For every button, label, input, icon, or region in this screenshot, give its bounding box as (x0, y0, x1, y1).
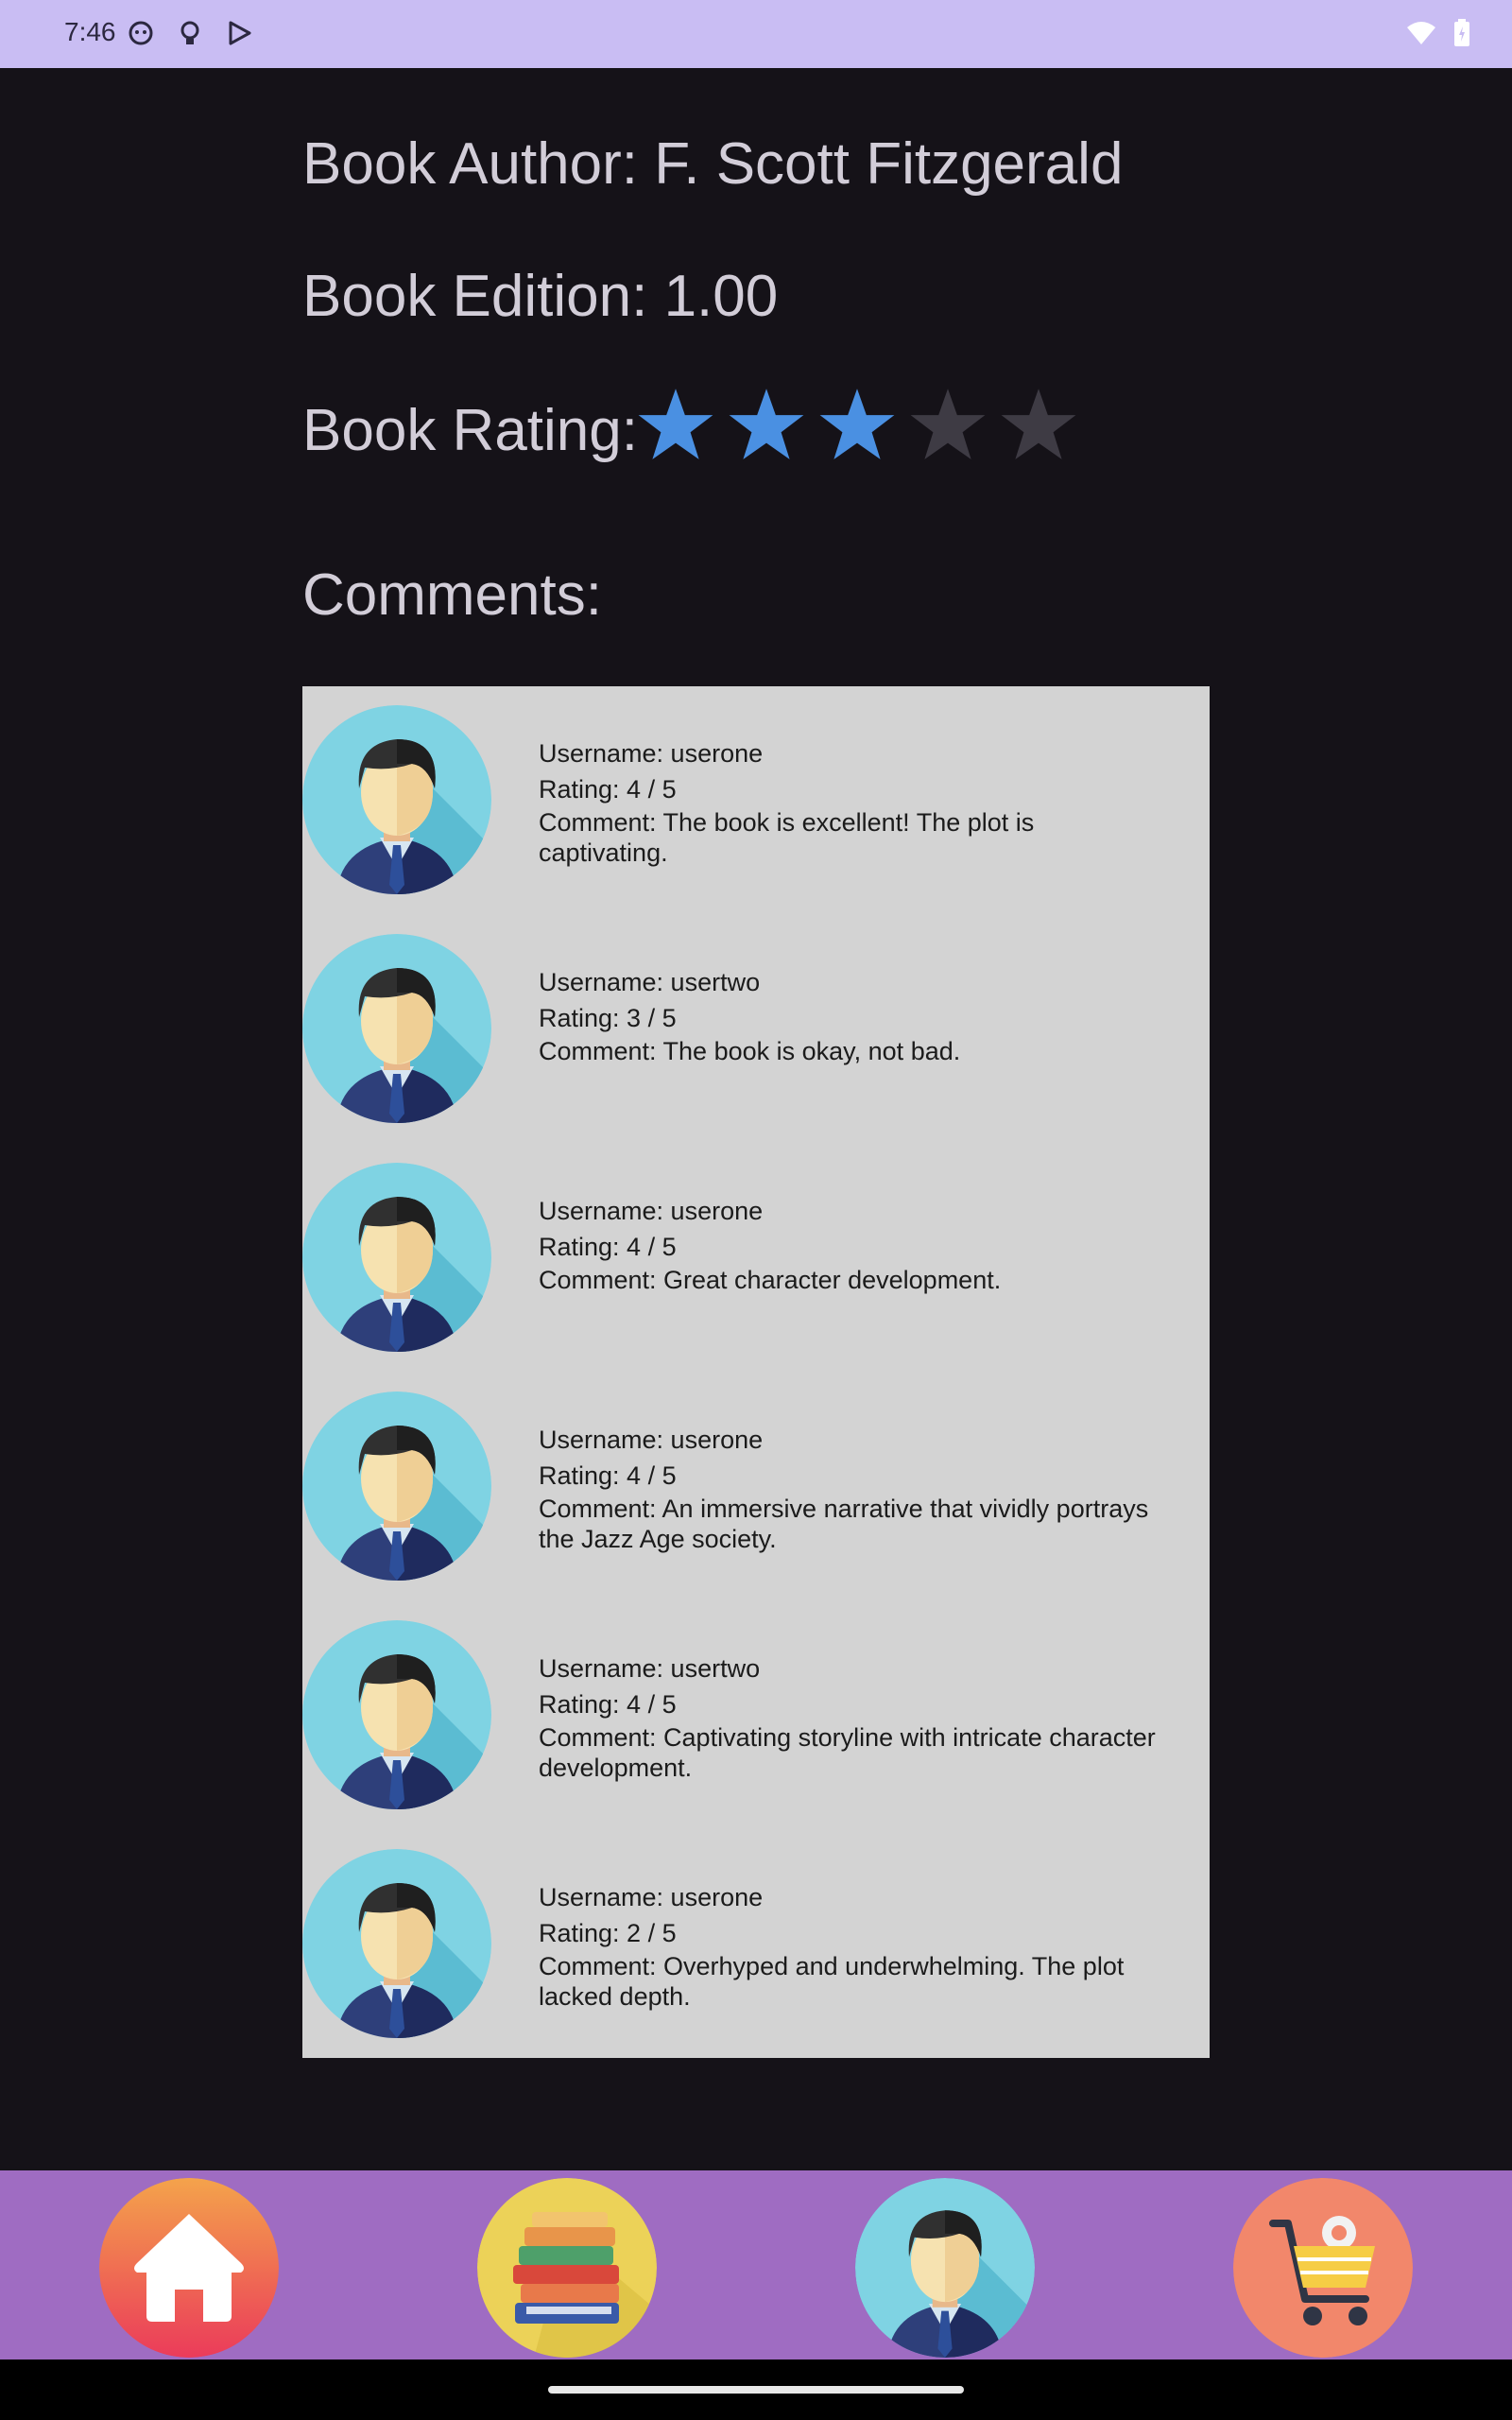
face-notification-icon (129, 21, 153, 45)
star-filled-icon (729, 389, 804, 459)
comment-rating: Rating: 4 / 5 (539, 1233, 677, 1261)
user-avatar-icon (302, 705, 491, 894)
comment-body: Comment: The book is okay, not bad. (539, 1037, 961, 1065)
comment-username: Username: userone (539, 1883, 764, 1911)
book-detail-content[interactable]: Book Author: F. Scott Fitzgerald Book Ed… (0, 68, 1512, 2170)
nav-home-button[interactable] (99, 2178, 279, 2358)
comment-item[interactable]: Username: userone Rating: 4 / 5 Comment: T… (302, 686, 1210, 875)
comment-item[interactable]: Username: userone Rating: 4 / 5 Comment: G… (302, 1144, 1210, 1333)
status-left-icons (127, 19, 253, 47)
comment-text-block: Username: userone Rating: 4 / 5 Comment: T… (539, 735, 1162, 868)
star-empty-icon (910, 389, 986, 459)
comment-text-block: Username: usertwo Rating: 3 / 5 Comment: T… (539, 964, 1162, 1066)
status-right-icons (1406, 19, 1470, 47)
nav-profile-button[interactable] (855, 2178, 1035, 2358)
comment-body: Comment: Overhyped and underwhelming. Th… (539, 1952, 1125, 2011)
comment-body: Comment: An immersive narrative that viv… (539, 1495, 1149, 1553)
comment-text-block: Username: userone Rating: 2 / 5 Comment: O… (539, 1879, 1162, 2012)
star-empty-icon (1001, 389, 1076, 459)
comment-text-block: Username: userone Rating: 4 / 5 Comment: A… (539, 1422, 1162, 1554)
comment-text-block: Username: userone Rating: 4 / 5 Comment: G… (539, 1193, 1162, 1295)
comment-body: Comment: Captivating storyline with intr… (539, 1723, 1156, 1782)
system-gesture-area (0, 2360, 1512, 2420)
comment-text-block: Username: usertwo Rating: 4 / 5 Comment: C… (539, 1651, 1162, 1783)
user-avatar-icon (302, 1163, 491, 1352)
comment-rating: Rating: 4 / 5 (539, 1690, 677, 1719)
lightbulb-icon (180, 21, 199, 44)
status-time: 7:46 (64, 17, 116, 46)
comment-rating: Rating: 2 / 5 (539, 1919, 677, 1947)
status-bar: 7:46 (0, 0, 1512, 68)
books-icon (477, 2178, 657, 2358)
profile-avatar-icon (855, 2178, 1035, 2358)
wifi-icon (1407, 22, 1435, 44)
comment-item[interactable]: Username: userone Rating: 2 / 5 Comment: O… (302, 1830, 1210, 2019)
book-author: Book Author: F. Scott Fitzgerald (302, 131, 1124, 197)
user-avatar-icon (302, 934, 491, 1123)
shopping-cart-icon (1233, 2178, 1413, 2358)
home-icon (99, 2178, 279, 2358)
comment-rating: Rating: 4 / 5 (539, 775, 677, 804)
comments-list[interactable]: Username: userone Rating: 4 / 5 Comment: T… (302, 686, 1210, 2058)
comment-username: Username: userone (539, 1197, 764, 1225)
nav-cart-button[interactable] (1233, 2178, 1413, 2358)
battery-icon (1454, 19, 1469, 46)
book-rating-stars (637, 386, 1077, 463)
play-store-icon (229, 21, 251, 45)
star-filled-icon (638, 389, 713, 459)
comment-body: Comment: The book is excellent! The plot… (539, 808, 1035, 867)
comment-username: Username: usertwo (539, 968, 761, 996)
book-edition: Book Edition: 1.00 (302, 264, 779, 329)
book-rating-label: Book Rating: (302, 398, 638, 463)
comments-heading: Comments: (302, 562, 602, 628)
comment-rating: Rating: 4 / 5 (539, 1461, 677, 1490)
user-avatar-icon (302, 1392, 491, 1581)
comment-item[interactable]: Username: userone Rating: 4 / 5 Comment: A… (302, 1373, 1210, 1562)
nav-books-button[interactable] (477, 2178, 657, 2358)
user-avatar-icon (302, 1849, 491, 2038)
star-filled-icon (819, 389, 895, 459)
user-avatar-icon (302, 1620, 491, 1809)
gesture-handle[interactable] (548, 2386, 964, 2394)
comment-username: Username: usertwo (539, 1654, 761, 1683)
comment-item[interactable]: Username: usertwo Rating: 4 / 5 Comment: C… (302, 1601, 1210, 1790)
comment-username: Username: userone (539, 1426, 764, 1454)
comment-rating: Rating: 3 / 5 (539, 1004, 677, 1032)
comment-item[interactable]: Username: usertwo Rating: 3 / 5 Comment: T… (302, 915, 1210, 1104)
bottom-nav (0, 2170, 1512, 2360)
comment-body: Comment: Great character development. (539, 1266, 1002, 1294)
comment-username: Username: userone (539, 739, 764, 768)
